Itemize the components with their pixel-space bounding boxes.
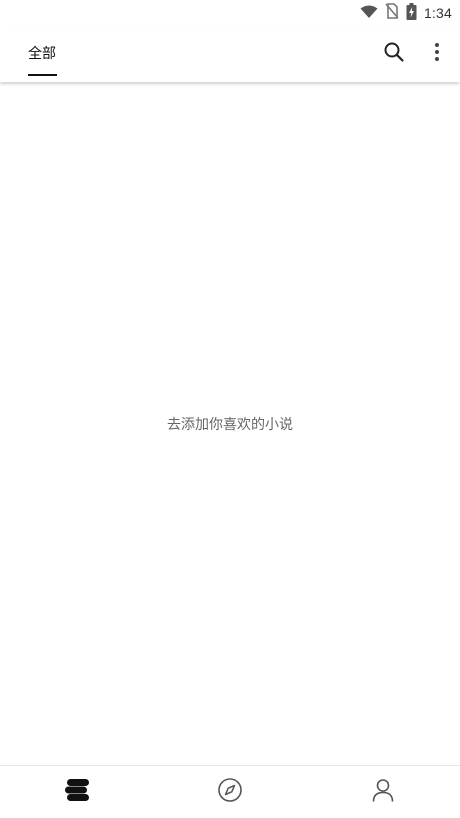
tab-indicator xyxy=(28,74,57,76)
more-vert-icon xyxy=(434,42,440,66)
search-button[interactable] xyxy=(374,34,414,74)
tab-all[interactable]: 全部 xyxy=(28,26,58,82)
no-sim-icon xyxy=(385,3,399,23)
bookshelf-icon xyxy=(64,778,90,806)
tab-label: 全部 xyxy=(28,46,56,62)
nav-item-bookshelf[interactable] xyxy=(0,766,153,818)
battery-charging-icon xyxy=(406,2,417,24)
person-icon xyxy=(370,777,396,807)
bookshelf-content: 去添加你喜欢的小说 xyxy=(0,82,460,765)
more-options-button[interactable] xyxy=(417,34,457,74)
bottom-navigation xyxy=(0,765,460,818)
status-bar: 1:34 xyxy=(0,0,460,26)
empty-state-message: 去添加你喜欢的小说 xyxy=(167,417,293,433)
status-time: 1:34 xyxy=(423,5,452,21)
nav-item-profile[interactable] xyxy=(307,766,460,818)
nav-item-discover[interactable] xyxy=(153,766,306,818)
compass-icon xyxy=(217,777,243,807)
search-icon xyxy=(383,41,405,67)
app-bar: 全部 xyxy=(0,26,460,82)
status-icons: 1:34 xyxy=(360,2,452,24)
wifi-icon xyxy=(360,4,378,23)
